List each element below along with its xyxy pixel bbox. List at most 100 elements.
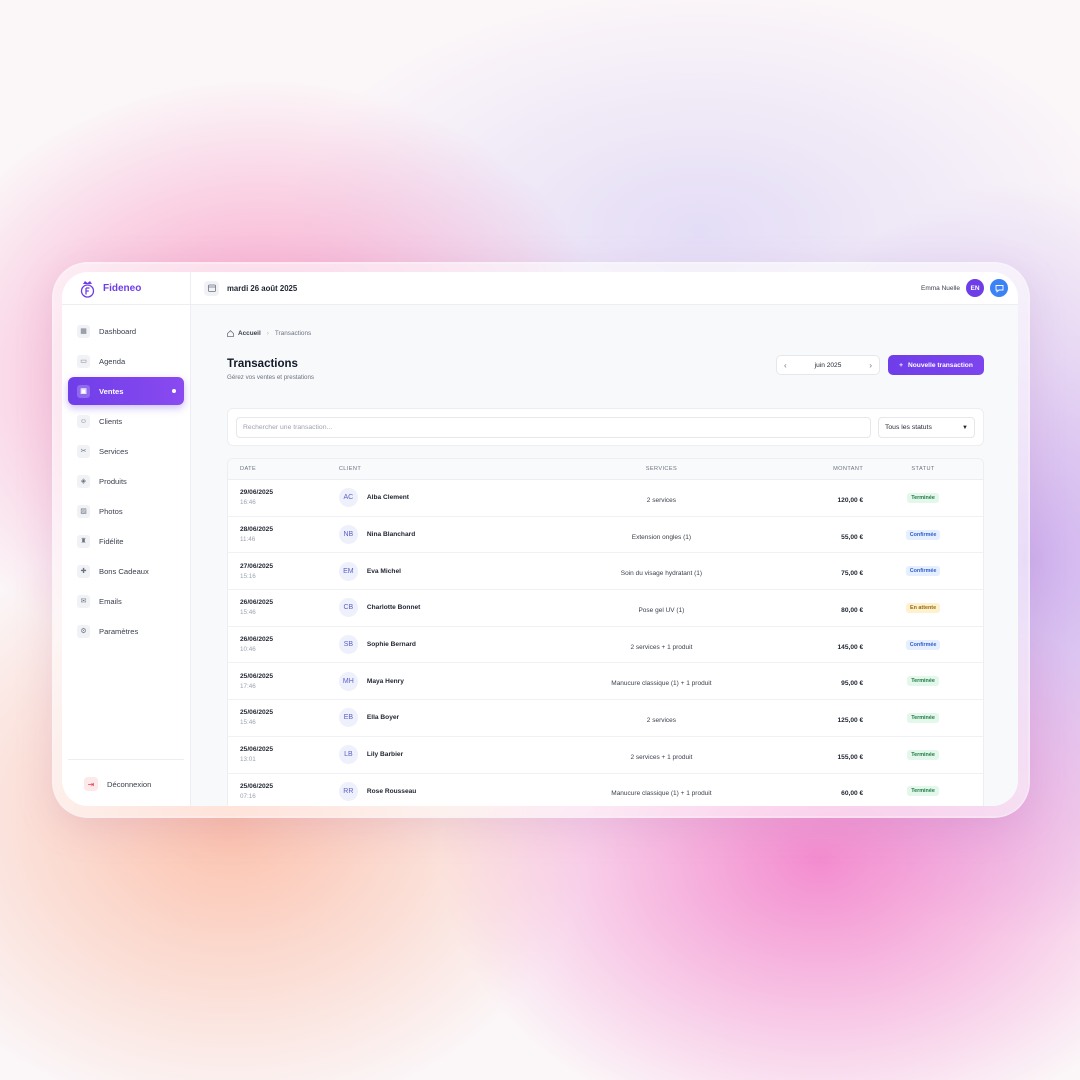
trophy-icon: ♜ — [77, 534, 90, 548]
table-row[interactable]: 26/06/2025 15:46 CB Charlotte Bonnet Pose ge… — [228, 590, 983, 627]
client-avatar: LB — [338, 745, 358, 765]
sidebar-item-label: Bons Cadeaux — [99, 566, 149, 576]
topbar: mardi 26 août 2025 Emma Nuelle EN — [191, 272, 1018, 305]
cell-client: NB Nina Blanchard — [338, 525, 535, 545]
sidebar-item-ventes[interactable]: ▣ Ventes — [68, 377, 184, 405]
table-row[interactable]: 26/06/2025 10:46 SB Sophie Bernard 2 service… — [228, 627, 983, 664]
chat-icon — [995, 284, 1003, 293]
next-month-icon[interactable]: › — [869, 361, 872, 370]
cell-status: Terminée — [863, 786, 983, 797]
breadcrumb-home-label: Accueil — [238, 329, 261, 337]
row-amount: 80,00 € — [841, 606, 864, 614]
table-row[interactable]: 29/06/2025 16:46 AC Alba Clement 2 services 1… — [228, 480, 983, 517]
row-services: 2 services + 1 produit — [630, 753, 693, 761]
gear-icon: ⚙ — [77, 624, 90, 638]
sidebar-item-clients[interactable]: ☺ Clients — [68, 407, 184, 435]
sidebar-item-fid-lite[interactable]: ♜ Fidélite — [68, 527, 184, 555]
logo[interactable]: Fideneo — [62, 272, 190, 305]
transactions-table: DATE CLIENT SERVICES MONTANT STATUT 29/0… — [227, 458, 984, 806]
mail-icon: ✉ — [77, 594, 90, 608]
crown-logo-icon — [80, 279, 95, 298]
cell-client: AC Alba Clement — [338, 488, 535, 508]
breadcrumb-home[interactable]: Accueil — [227, 330, 261, 337]
table-row[interactable]: 25/06/2025 17:46 MH Maya Henry Manucure clas… — [228, 663, 983, 701]
table-row[interactable]: 25/06/2025 07:16 RR Rose Rousseau Manucure c… — [228, 774, 983, 807]
row-time: 15:46 — [240, 719, 256, 727]
client-name: Lily Barbier — [366, 751, 404, 759]
sidebar-item-label: Photos — [99, 506, 123, 516]
sidebar-item-services[interactable]: ✂ Services — [68, 437, 184, 465]
sidebar-item-param-tres[interactable]: ⚙ Paramètres — [68, 617, 184, 645]
scissors-icon: ✂ — [77, 444, 90, 458]
client-name: Sophie Bernard — [366, 641, 416, 649]
new-transaction-label: Nouvelle transaction — [908, 361, 973, 369]
status-badge: Confirmée — [905, 566, 941, 577]
table-row[interactable]: 28/06/2025 11:46 NB Nina Blanchard Extension… — [228, 517, 983, 554]
sidebar-item-label: Dashboard — [99, 326, 137, 336]
search-input[interactable]: Rechercher une transaction... — [236, 417, 871, 438]
user-area: Emma Nuelle EN — [921, 279, 1008, 297]
app-name: Fideneo — [103, 282, 142, 294]
chat-button[interactable] — [990, 279, 1008, 297]
cell-amount: 145,00 € — [788, 636, 863, 654]
sidebar-item-bons-cadeaux[interactable]: ✚ Bons Cadeaux — [68, 557, 184, 585]
header-status[interactable]: STATUT — [863, 466, 983, 472]
active-dot — [172, 389, 176, 393]
sidebar-item-emails[interactable]: ✉ Emails — [68, 587, 184, 615]
sidebar-item-photos[interactable]: ▨ Photos — [68, 497, 184, 525]
client-avatar: EM — [338, 561, 358, 581]
cell-status: Terminée — [863, 712, 983, 723]
row-amount: 60,00 € — [841, 790, 864, 798]
cell-amount: 80,00 € — [788, 599, 863, 617]
row-time: 07:16 — [240, 792, 256, 800]
client-name: Maya Henry — [366, 677, 404, 685]
header-client[interactable]: CLIENT — [339, 466, 535, 472]
month-picker: ‹ juin 2025 › — [776, 355, 880, 375]
status-badge: Confirmée — [905, 529, 941, 540]
table-row[interactable]: 25/06/2025 13:01 LB Lily Barbier 2 services … — [228, 737, 983, 774]
sidebar-item-dashboard[interactable]: ▦ Dashboard — [68, 317, 184, 345]
cell-services: 2 services — [535, 489, 789, 507]
row-services: Manucure classique (1) + 1 produit — [611, 790, 712, 798]
client-name: Rose Rousseau — [366, 787, 417, 795]
row-services: Soin du visage hydratant (1) — [620, 570, 703, 578]
client-name: Nina Blanchard — [366, 531, 416, 539]
current-date: mardi 26 août 2025 — [227, 283, 298, 293]
row-services: Pose gel UV (1) — [638, 606, 685, 614]
sidebar-item-label: Ventes — [99, 386, 124, 396]
calendar-icon: ▭ — [77, 354, 90, 368]
sidebar-item-label: Emails — [99, 596, 122, 606]
home-icon — [227, 329, 234, 337]
cell-status: Terminée — [863, 492, 983, 503]
prev-month-icon[interactable]: ‹ — [784, 361, 787, 370]
month-label[interactable]: juin 2025 — [815, 362, 842, 369]
row-amount: 120,00 € — [837, 496, 864, 504]
row-date: 25/06/2025 — [240, 709, 274, 717]
sidebar-item-agenda[interactable]: ▭ Agenda — [68, 347, 184, 375]
cell-date: 26/06/2025 15:46 — [228, 599, 339, 616]
new-transaction-button[interactable]: + Nouvelle transaction — [888, 355, 984, 375]
logout-icon: ⇥ — [84, 777, 98, 791]
user-avatar[interactable]: EN — [966, 279, 984, 297]
row-services: 2 services — [646, 716, 677, 724]
status-select[interactable]: Tous les statuts ▼ — [878, 417, 975, 438]
sidebar-item-label: Paramètres — [99, 626, 139, 636]
cell-amount: 75,00 € — [788, 562, 863, 580]
calendar-icon — [204, 280, 219, 296]
logout-button[interactable]: ⇥ Déconnexion — [68, 772, 184, 796]
client-avatar: MH — [338, 671, 358, 691]
logout-label: Déconnexion — [107, 779, 152, 789]
table-row[interactable]: 25/06/2025 15:46 EB Ella Boyer 2 services 125… — [228, 700, 983, 737]
cell-client: SB Sophie Bernard — [338, 635, 535, 655]
cell-services: Pose gel UV (1) — [535, 599, 789, 617]
breadcrumb-separator-icon: › — [266, 329, 269, 337]
header-amount[interactable]: MONTANT — [788, 466, 863, 472]
row-amount: 95,00 € — [841, 680, 864, 688]
client-avatar: CB — [338, 598, 358, 618]
header-services[interactable]: SERVICES — [535, 466, 789, 472]
status-badge: Terminée — [907, 676, 939, 687]
table-row[interactable]: 27/06/2025 15:16 EM Eva Michel Soin du visag… — [228, 553, 983, 591]
row-time: 11:46 — [240, 536, 256, 544]
sidebar-item-produits[interactable]: ◈ Produits — [68, 467, 184, 495]
header-date[interactable]: DATE — [228, 466, 339, 472]
